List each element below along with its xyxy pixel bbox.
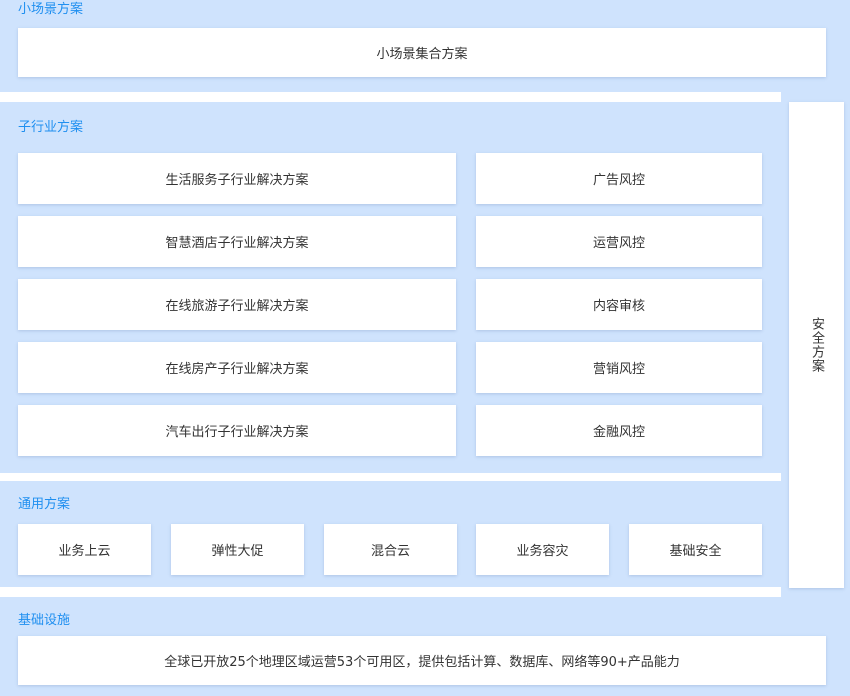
- operation-risk-control-card[interactable]: 运营风控: [476, 216, 762, 267]
- business-cloud-card[interactable]: 业务上云: [18, 524, 151, 575]
- finance-risk-control-card[interactable]: 金融风控: [476, 405, 762, 456]
- general-panel: 通用方案 业务上云 弹性大促 混合云 业务容灾 基础安全: [0, 481, 781, 587]
- general-title: 通用方案: [18, 497, 71, 512]
- infrastructure-panel: 基础设施 全球已开放25个地理区域运营53个可用区，提供包括计算、数据库、网络等…: [0, 597, 850, 696]
- content-review-card[interactable]: 内容审核: [476, 279, 762, 330]
- ad-risk-control-card[interactable]: 广告风控: [476, 153, 762, 204]
- smart-hotel-solution-card[interactable]: 智慧酒店子行业解决方案: [18, 216, 456, 267]
- infrastructure-title: 基础设施: [18, 613, 71, 628]
- security-panel: 安全方案: [781, 92, 850, 597]
- infrastructure-capability-card[interactable]: 全球已开放25个地理区域运营53个可用区，提供包括计算、数据库、网络等90+产品…: [18, 636, 826, 685]
- security-solution-label: 安全方案: [809, 317, 824, 373]
- hybrid-cloud-card[interactable]: 混合云: [324, 524, 457, 575]
- sub-industry-title: 子行业方案: [18, 120, 84, 135]
- elastic-promotion-card[interactable]: 弹性大促: [171, 524, 304, 575]
- small-scene-panel: 小场景方案 小场景集合方案: [0, 0, 850, 92]
- online-travel-solution-card[interactable]: 在线旅游子行业解决方案: [18, 279, 456, 330]
- small-scene-title: 小场景方案: [18, 2, 84, 17]
- disaster-recovery-card[interactable]: 业务容灾: [476, 524, 609, 575]
- auto-travel-solution-card[interactable]: 汽车出行子行业解决方案: [18, 405, 456, 456]
- basic-security-card[interactable]: 基础安全: [629, 524, 762, 575]
- life-service-solution-card[interactable]: 生活服务子行业解决方案: [18, 153, 456, 204]
- security-solution-card[interactable]: 安全方案: [789, 102, 844, 588]
- small-scene-collection-card[interactable]: 小场景集合方案: [18, 28, 826, 77]
- online-real-estate-solution-card[interactable]: 在线房产子行业解决方案: [18, 342, 456, 393]
- marketing-risk-control-card[interactable]: 营销风控: [476, 342, 762, 393]
- sub-industry-panel: 子行业方案 生活服务子行业解决方案 智慧酒店子行业解决方案 在线旅游子行业解决方…: [0, 102, 781, 473]
